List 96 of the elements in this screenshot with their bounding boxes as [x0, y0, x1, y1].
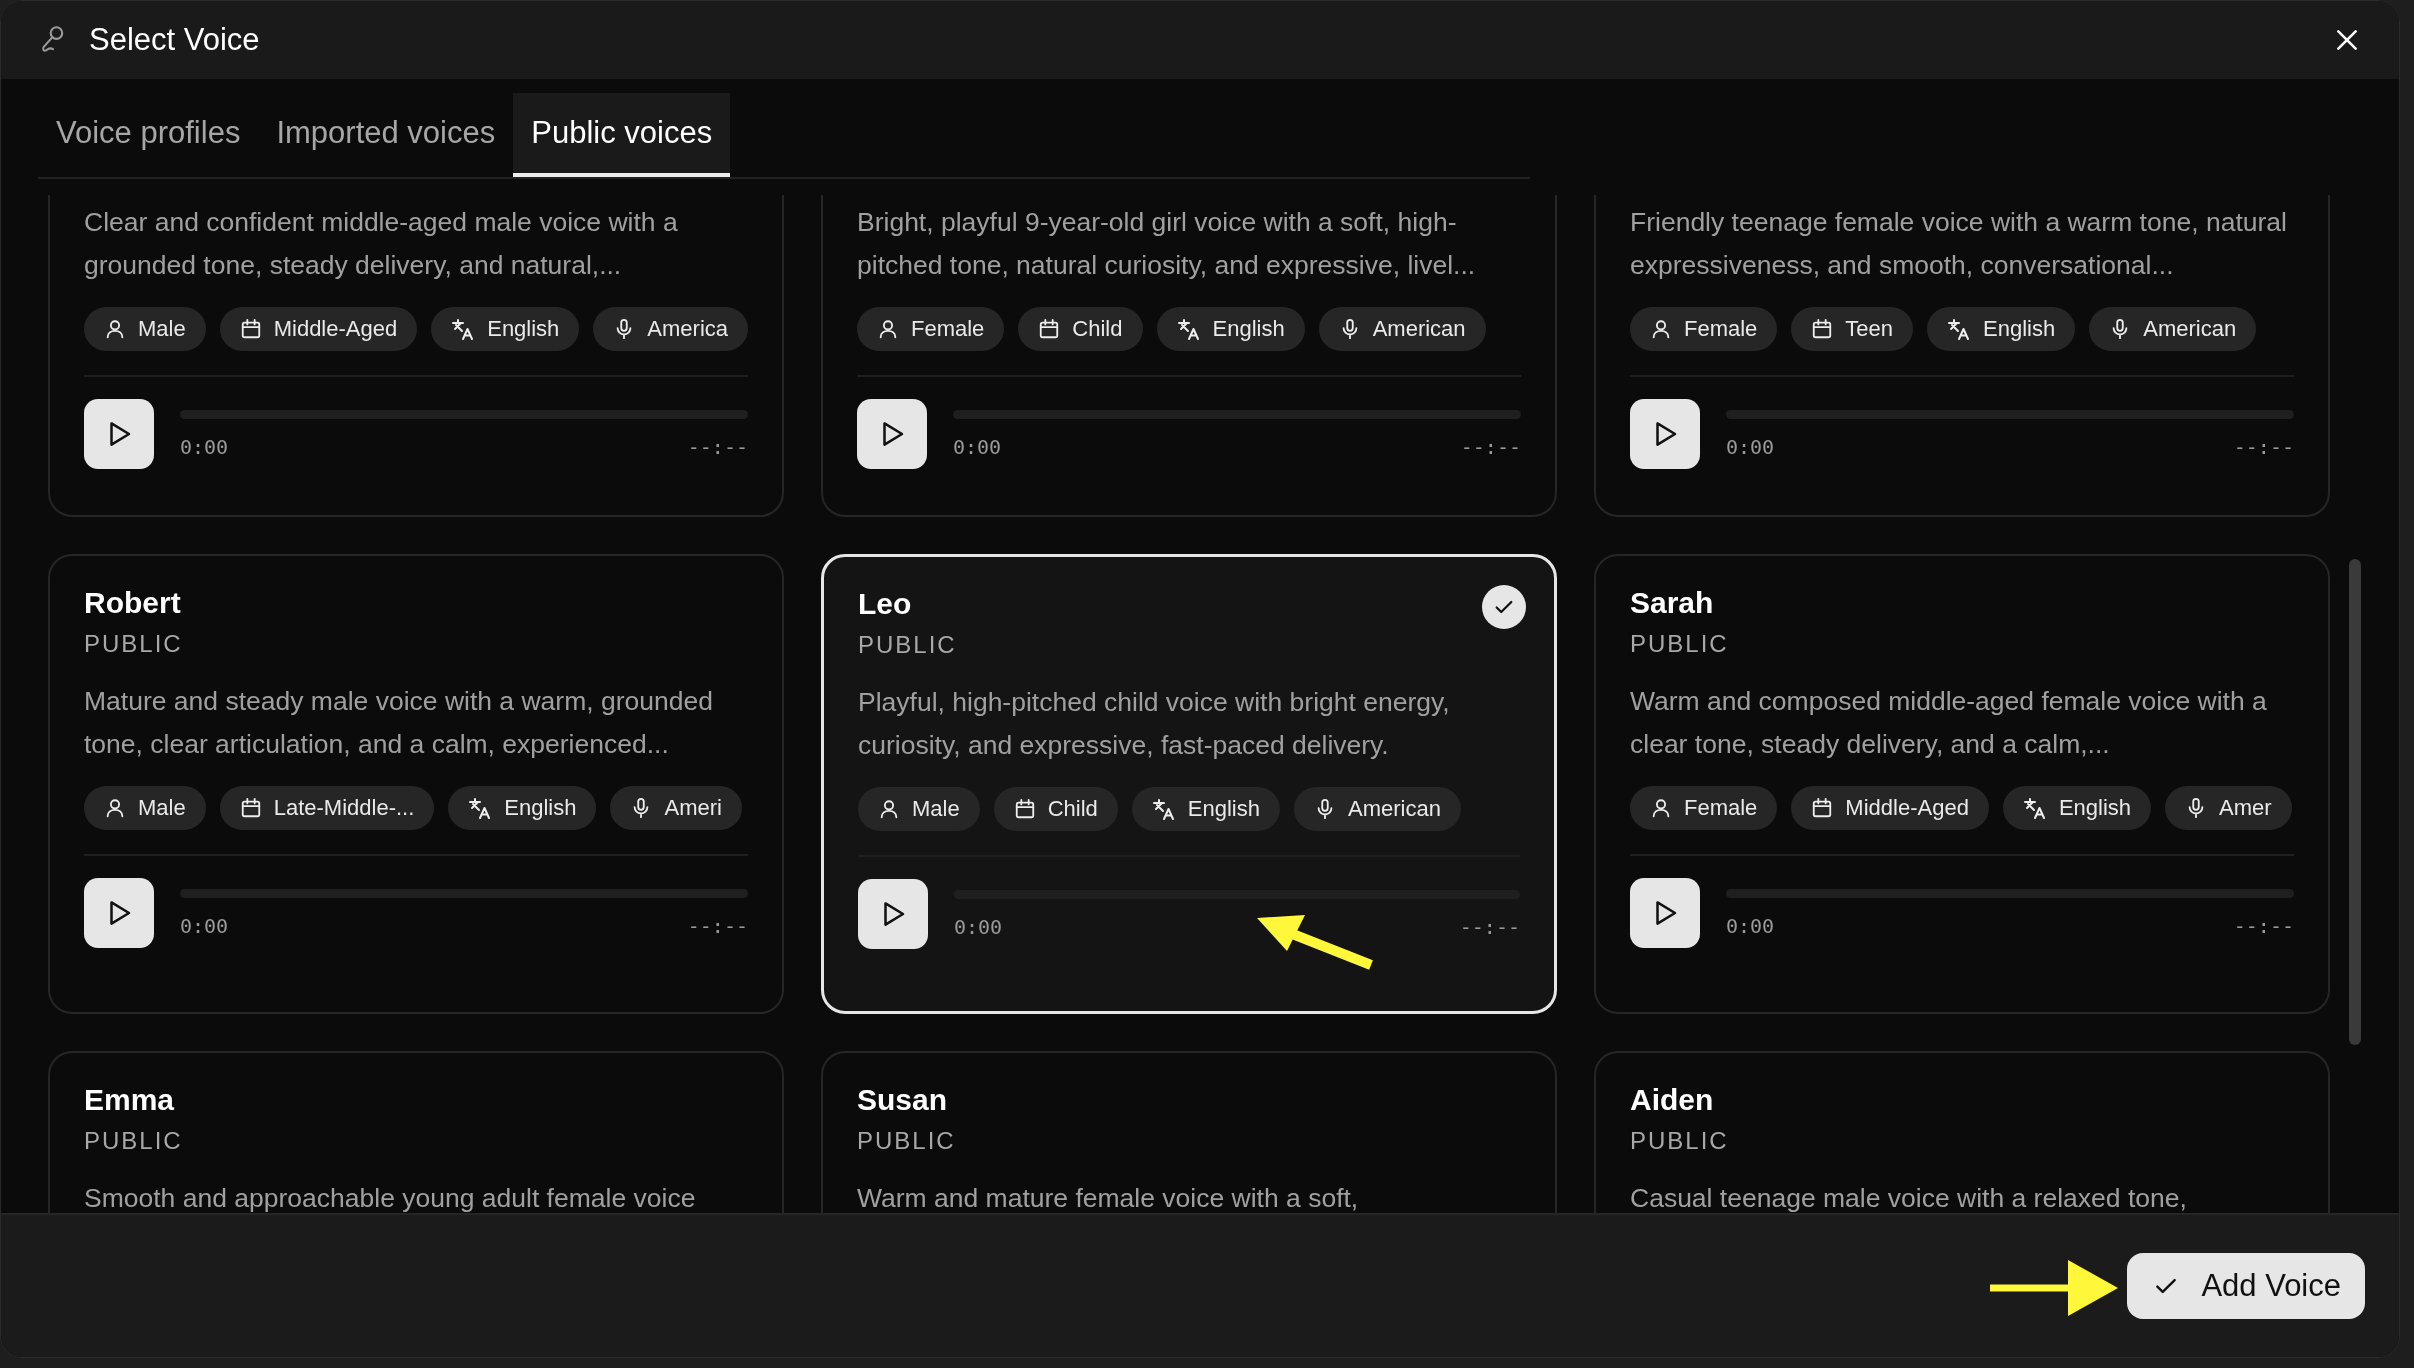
duration-time: --:-- [687, 913, 748, 938]
tag-chip: Female [1630, 786, 1778, 830]
tag-chip: English [2002, 786, 2152, 830]
calendar-icon [1811, 318, 1834, 340]
tab[interactable]: Public voices [513, 93, 731, 177]
voice-description: Casual teenage male voice with a relaxed tone, [1630, 1182, 2188, 1213]
calendar-icon [239, 318, 262, 340]
voice-name: Aiden [1630, 1083, 1714, 1117]
calendar-icon [239, 797, 262, 819]
tag-chip: American [1318, 307, 1486, 351]
play-button[interactable] [858, 879, 928, 949]
tag-chip: American [2089, 307, 2257, 351]
duration-time: --:-- [2233, 913, 2294, 938]
tag-chip: Male [84, 307, 206, 351]
voice-card[interactable]: Clear and confident middle-aged male voice with a grounded tone, steady delivery, and natural,... Male Middle-Aged English America 0:00 --:-- [48, 195, 784, 517]
duration-time: --:-- [687, 434, 748, 459]
tag-chip: English [448, 786, 597, 830]
tag-chip: English [1156, 307, 1305, 351]
voice-description: Playful, high-pitched child voice with bright energy, curiosity, and expressive, fast-paced delivery. [858, 686, 1451, 762]
elapsed-time: 0:00 [1726, 434, 1775, 459]
voice-name: Leo [858, 587, 912, 621]
voice-name: Robert [84, 586, 181, 620]
tag-chip: Ameri [610, 786, 742, 830]
tag-chip: Female [857, 307, 1005, 351]
tag-chip: Child [993, 787, 1118, 831]
person-icon [104, 318, 126, 340]
translate-icon [2022, 796, 2047, 820]
voice-card[interactable]: Susan PUBLIC Warm and mature female voice with a soft, [821, 1051, 1557, 1213]
voice-card[interactable]: Bright, playful 9-year-old girl voice with a soft, high-pitched tone, natural curiosity, and expressive, livel... Female Child English American 0:00 --:-- [821, 195, 1557, 517]
tag-chip: Male [84, 786, 206, 830]
voice-description: Warm and composed middle-aged female voice with a clear tone, steady delivery, and a calm,... [1630, 685, 2268, 761]
voice-card[interactable]: Friendly teenage female voice with a warm tone, natural expressiveness, and smooth, conversational... Female Teen English American 0:00 --:-- [1594, 195, 2330, 517]
elapsed-time: 0:00 [180, 913, 229, 938]
visibility-label: PUBLIC [858, 631, 958, 659]
tag-chip: America [593, 307, 749, 351]
visibility-label: PUBLIC [1630, 1127, 1730, 1155]
calendar-icon [1038, 318, 1061, 340]
add-voice-button[interactable]: Add Voice [2127, 1253, 2365, 1319]
translate-icon [1947, 317, 1972, 341]
elapsed-time: 0:00 [1726, 913, 1775, 938]
person-icon [104, 797, 126, 819]
voice-card[interactable]: Leo PUBLIC Playful, high-pitched child voice with bright energy, curiosity, and expressive, fast-paced delivery. Male Child English American 0:00 --:-- [821, 554, 1557, 1014]
elapsed-time: 0:00 [953, 434, 1002, 459]
translate-icon [1176, 317, 1201, 341]
tab[interactable]: Voice profiles [38, 93, 259, 177]
tag-chip: Female [1630, 307, 1778, 351]
voice-description: Clear and confident middle-aged male voice with a grounded tone, steady delivery, and natural,... [84, 206, 679, 282]
play-button[interactable] [1630, 878, 1700, 948]
tag-chip: Teen [1791, 307, 1914, 351]
tag-chip: Late-Middle-... [219, 786, 435, 830]
voice-name: Susan [857, 1083, 948, 1117]
voice-description: Smooth and approachable young adult female voice [84, 1182, 697, 1213]
tag-chip: Amer [2165, 786, 2292, 830]
tag-chip: English [1927, 307, 2076, 351]
voice-card[interactable]: Sarah PUBLIC Warm and composed middle-aged female voice with a clear tone, steady delivery, and a calm,... Female Middle-Aged English Amer 0:00 --:-- [1594, 554, 2330, 1014]
elapsed-time: 0:00 [954, 914, 1003, 939]
voice-card[interactable]: Emma PUBLIC Smooth and approachable young adult female voice [48, 1051, 784, 1213]
voice-description: Friendly teenage female voice with a warm tone, natural expressiveness, and smooth, conversational... [1630, 206, 2288, 282]
tag-chip: Middle-Aged [219, 307, 418, 351]
play-button[interactable] [84, 399, 154, 469]
elapsed-time: 0:00 [180, 434, 229, 459]
play-button[interactable] [84, 878, 154, 948]
calendar-icon [1013, 798, 1036, 820]
tab[interactable]: Imported voices [258, 93, 514, 177]
tag-chip: Middle-Aged [1791, 786, 1989, 830]
dialog-title: Select Voice [89, 22, 261, 58]
play-button[interactable] [857, 399, 927, 469]
person-icon [877, 318, 899, 340]
person-icon [1650, 797, 1672, 819]
tag-chip: Male [858, 787, 980, 831]
person-icon [1650, 318, 1672, 340]
scrollbar[interactable] [2349, 559, 2361, 1045]
duration-time: --:-- [1459, 914, 1520, 939]
translate-icon [451, 317, 476, 341]
duration-time: --:-- [1460, 434, 1521, 459]
voice-description: Mature and steady male voice with a warm, grounded tone, clear articulation, and a calm, experienced... [84, 685, 714, 761]
translate-icon [1151, 797, 1176, 821]
calendar-icon [1811, 797, 1834, 819]
voice-card[interactable]: Aiden PUBLIC Casual teenage male voice with a relaxed tone, [1594, 1051, 2330, 1213]
voice-description: Warm and mature female voice with a soft, [857, 1182, 1360, 1213]
play-button[interactable] [1630, 399, 1700, 469]
voice-name: Sarah [1630, 586, 1714, 620]
voice-card[interactable]: Robert PUBLIC Mature and steady male voice with a warm, grounded tone, clear articulation, and a calm, experienced... Male Late-Middle-... English Ameri 0:00 --:-- [48, 554, 784, 1014]
tag-chip: Child [1018, 307, 1143, 351]
tag-chip: American [1294, 787, 1461, 831]
visibility-label: PUBLIC [84, 630, 184, 658]
tag-chip: English [431, 307, 580, 351]
visibility-label: PUBLIC [84, 1127, 184, 1155]
tag-chip: English [1131, 787, 1280, 831]
translate-icon [468, 796, 493, 820]
voice-name: Emma [84, 1083, 175, 1117]
visibility-label: PUBLIC [1630, 630, 1730, 658]
duration-time: --:-- [2233, 434, 2294, 459]
voice-description: Bright, playful 9-year-old girl voice with a soft, high-pitched tone, natural curiosity, and expressive, livel... [857, 206, 1477, 282]
person-icon [878, 798, 900, 820]
visibility-label: PUBLIC [857, 1127, 957, 1155]
